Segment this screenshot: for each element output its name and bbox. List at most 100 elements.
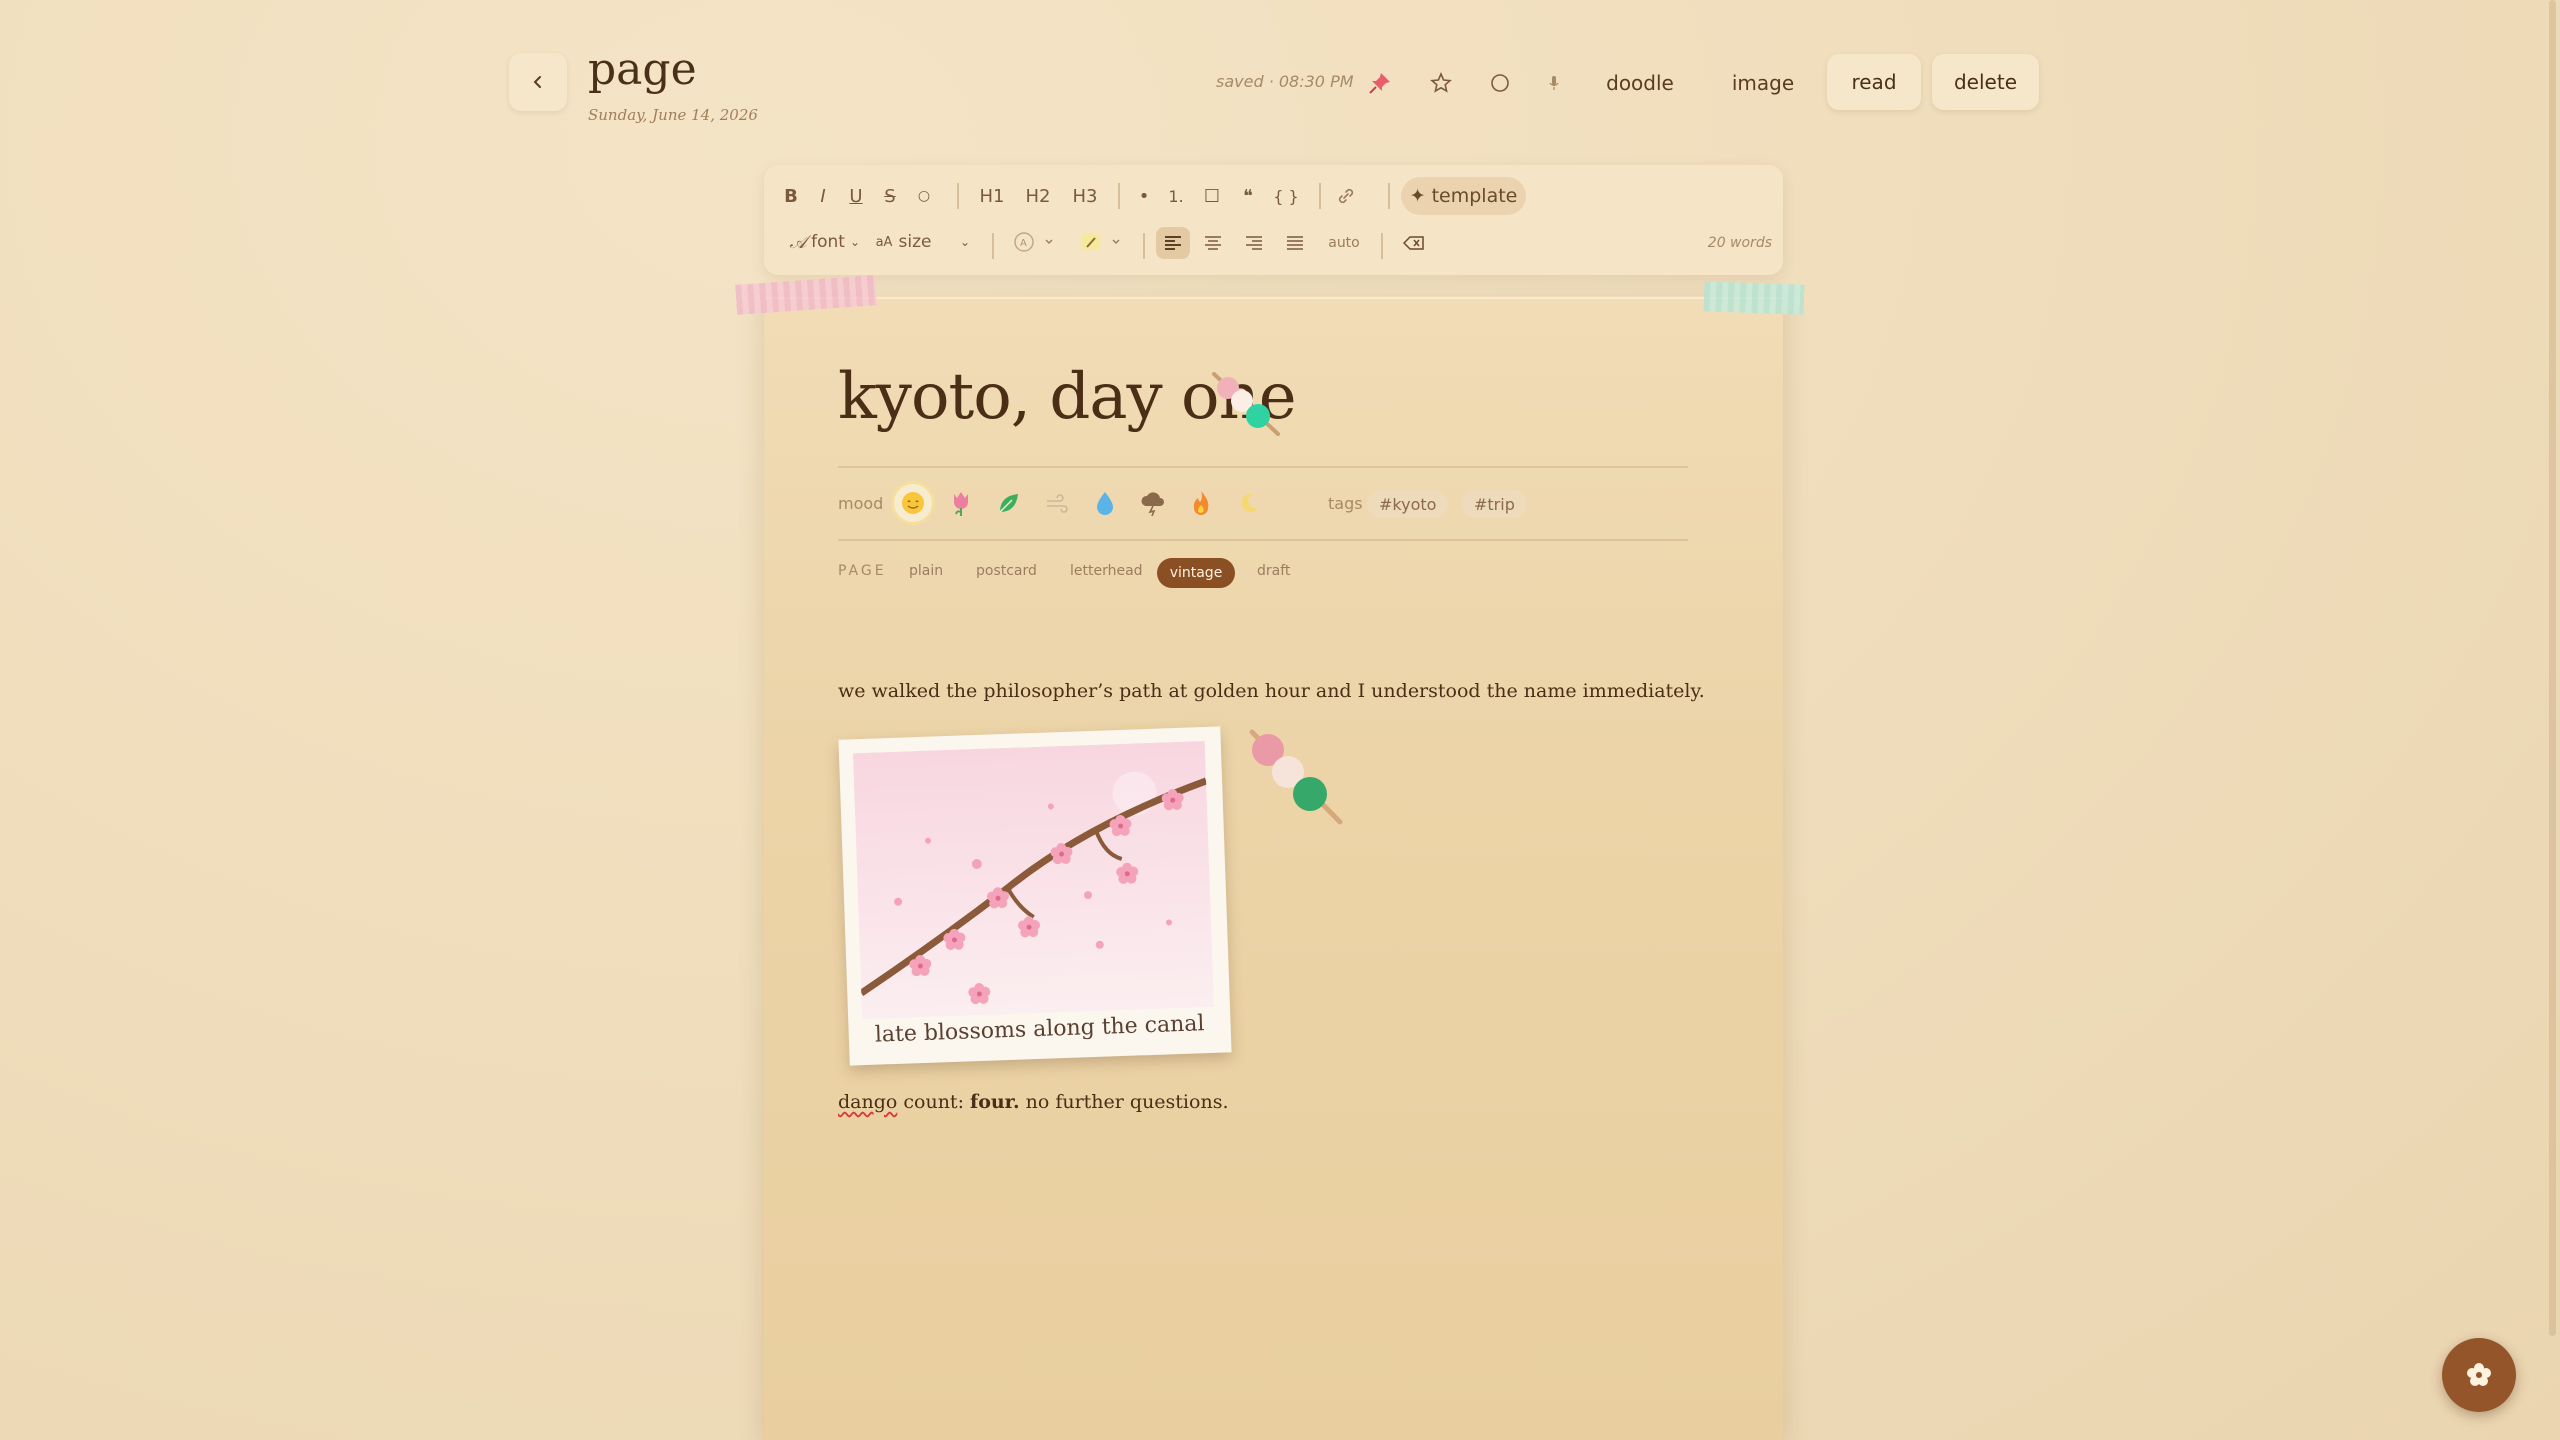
font-icon: 𝒜: [789, 231, 807, 253]
toolbar-divider: [1118, 183, 1120, 209]
circle-button[interactable]: [1483, 66, 1517, 100]
page-type-plain[interactable]: plain: [909, 563, 943, 579]
heading2-button[interactable]: H2: [1020, 180, 1056, 212]
page-type-letterhead[interactable]: letterhead: [1070, 563, 1143, 579]
toolbar-divider: [1388, 183, 1390, 209]
doodle-button[interactable]: doodle: [1595, 60, 1685, 106]
tulip-icon: [954, 492, 968, 516]
toolbar-divider: [1319, 183, 1321, 209]
wind-icon: [1047, 494, 1068, 513]
saved-status: saved · 08:30 PM: [1216, 72, 1354, 91]
page-type-label: PAGE: [838, 563, 887, 579]
line-spacing-dropdown[interactable]: auto: [1324, 227, 1364, 259]
page-type-postcard[interactable]: postcard: [976, 563, 1037, 579]
mood-tulip[interactable]: [942, 484, 980, 522]
circle-icon: [1491, 74, 1509, 92]
mood-label: mood: [838, 494, 884, 513]
word-count: 20 words: [1707, 235, 1772, 251]
tag-chip[interactable]: #trip: [1462, 490, 1527, 518]
read-button[interactable]: read: [1827, 54, 1921, 110]
link-button[interactable]: [1332, 180, 1360, 212]
numbered-list-button[interactable]: 1.: [1162, 180, 1190, 212]
mood-leaf[interactable]: [990, 484, 1028, 522]
clear-format-button[interactable]: [1398, 227, 1430, 259]
align-right-button[interactable]: [1237, 227, 1271, 259]
paper-edge: [764, 297, 1783, 299]
bold-text: four.: [970, 1091, 1020, 1113]
microphone-button[interactable]: [1537, 66, 1571, 100]
pin-button[interactable]: [1363, 66, 1397, 100]
delete-button[interactable]: delete: [1932, 54, 2039, 110]
flower-menu-button[interactable]: [2442, 1338, 2516, 1412]
heading3-button[interactable]: H3: [1067, 180, 1103, 212]
quote-button[interactable]: ❝: [1234, 180, 1262, 212]
page-date: Sunday, June 14, 2026: [588, 106, 758, 124]
code-button[interactable]: { }: [1268, 180, 1304, 212]
toolbar-divider: [992, 233, 994, 259]
mood-fire[interactable]: [1182, 484, 1220, 522]
highlight-button[interactable]: ○: [910, 180, 938, 212]
microphone-icon: [1549, 76, 1559, 90]
align-right-icon: [1246, 236, 1262, 250]
size-dropdown[interactable]: size: [896, 227, 934, 257]
align-left-icon: [1165, 236, 1181, 250]
flower-icon: [2467, 1363, 2491, 1386]
chevron-down-icon: ⌄: [959, 235, 971, 249]
leaf-icon: [999, 494, 1018, 513]
misspelled-word[interactable]: dango: [838, 1091, 897, 1113]
italic-button[interactable]: I: [809, 180, 837, 212]
washi-tape-mint: [1703, 281, 1805, 315]
highlighter-icon: [1082, 234, 1120, 250]
fire-icon: [1193, 491, 1209, 515]
highlight-color-picker[interactable]: [1077, 227, 1127, 257]
dango-sticker-icon: [1212, 372, 1280, 436]
tag-chip[interactable]: #kyoto: [1367, 490, 1449, 518]
page-title: page: [588, 44, 697, 95]
image-button[interactable]: image: [1718, 60, 1808, 106]
svg-text:A: A: [1020, 238, 1027, 249]
heading1-button[interactable]: H1: [974, 180, 1010, 212]
toolbar-divider: [1143, 233, 1145, 259]
photo-polaroid[interactable]: late blossoms along the canal: [838, 726, 1232, 1066]
template-button[interactable]: ✦ template: [1401, 177, 1526, 215]
font-dropdown[interactable]: font: [810, 227, 846, 257]
toolbar-divider: [1381, 233, 1383, 259]
mood-divider: [838, 539, 1688, 541]
cherry-blossom-photo: [852, 740, 1214, 1020]
dango-sticker-icon: [1249, 729, 1343, 825]
underline-button[interactable]: U: [842, 180, 870, 212]
scrollbar[interactable]: [2549, 0, 2556, 1336]
sun-face-icon: [902, 492, 924, 514]
align-center-icon: [1205, 236, 1221, 250]
toolbar-divider: [957, 183, 959, 209]
droplet-icon: [1097, 492, 1113, 515]
align-left-button[interactable]: [1156, 227, 1190, 259]
star-button[interactable]: [1424, 66, 1458, 100]
bold-button[interactable]: B: [777, 180, 805, 212]
mood-storm[interactable]: [1134, 484, 1172, 522]
text-color-picker[interactable]: A: [1010, 227, 1060, 257]
bullet-list-button[interactable]: •: [1130, 180, 1158, 212]
checklist-button[interactable]: ☐: [1198, 180, 1226, 212]
star-icon: [1430, 72, 1452, 93]
mood-droplet[interactable]: [1086, 484, 1124, 522]
paragraph[interactable]: we walked the philosopher’s path at gold…: [838, 680, 1705, 702]
mood-wind[interactable]: [1038, 484, 1076, 522]
storm-cloud-icon: [1141, 492, 1164, 516]
page-type-draft[interactable]: draft: [1257, 563, 1290, 579]
paragraph[interactable]: dango count: four. no further questions.: [838, 1091, 1228, 1113]
tags-label: tags: [1328, 494, 1363, 513]
mood-moon[interactable]: [1230, 484, 1268, 522]
page-type-vintage[interactable]: vintage: [1157, 558, 1235, 588]
text-color-icon: A: [1014, 232, 1053, 252]
clear-format-icon: [1403, 236, 1424, 250]
formatting-toolbar: B I U S ○ H1 H2 H3 • 1. ☐ ❝ { } ✦ templa…: [764, 165, 1783, 275]
back-button[interactable]: [509, 53, 567, 111]
align-center-button[interactable]: [1196, 227, 1230, 259]
chevron-left-icon: [533, 76, 541, 88]
strikethrough-button[interactable]: S: [876, 180, 904, 212]
align-justify-icon: [1287, 236, 1303, 250]
align-justify-button[interactable]: [1278, 227, 1312, 259]
moon-icon: [1241, 493, 1258, 512]
mood-sun[interactable]: [894, 484, 932, 522]
